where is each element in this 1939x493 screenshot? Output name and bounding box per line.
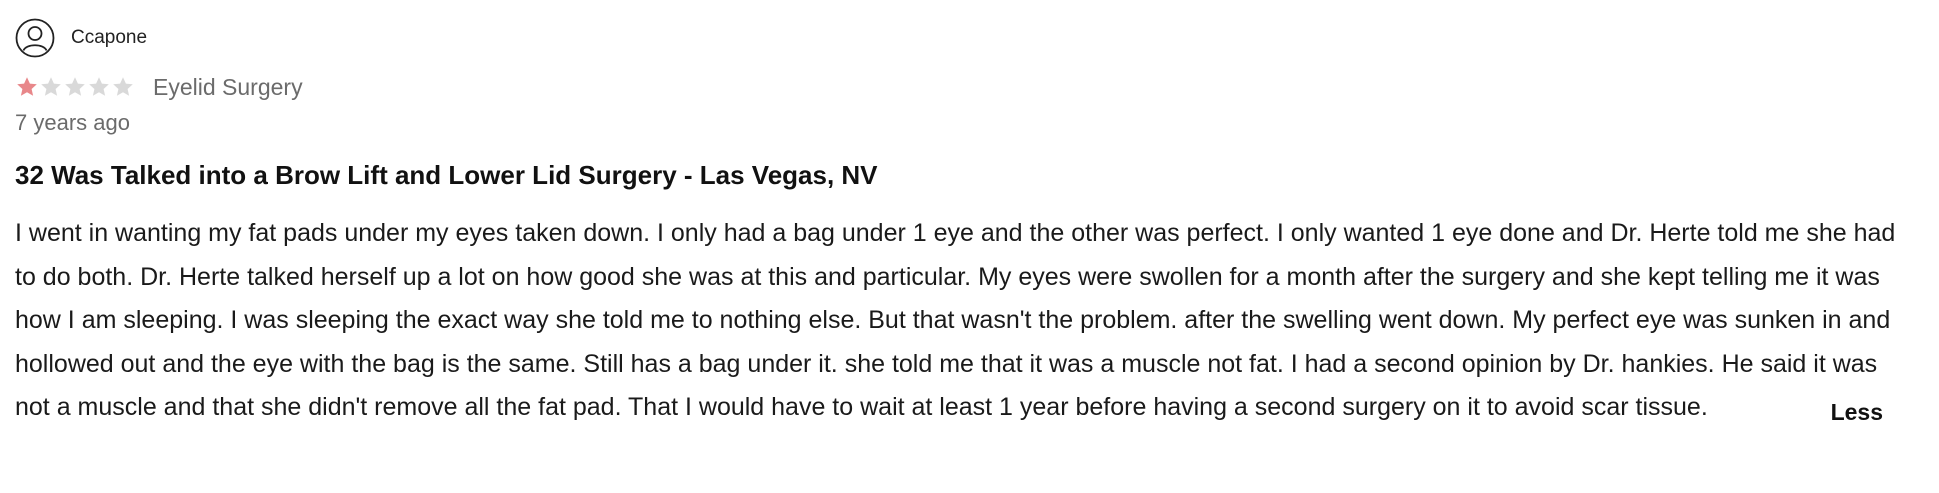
star-empty-icon: [87, 75, 111, 99]
review-body-container: I went in wanting my fat pads under my e…: [15, 212, 1905, 430]
user-circle-icon: [15, 18, 55, 58]
review-card: Ccapone Eyelid Surgery 7 years ago 32 Wa…: [15, 16, 1905, 430]
show-less-button[interactable]: Less: [1831, 399, 1883, 426]
author-name[interactable]: Ccapone: [71, 27, 147, 49]
star-empty-icon: [63, 75, 87, 99]
review-date: 7 years ago: [15, 110, 130, 135]
rating-row: Eyelid Surgery: [15, 72, 1905, 102]
author-row: Ccapone: [15, 16, 1905, 60]
star-rating: [15, 75, 135, 99]
star-empty-icon: [111, 75, 135, 99]
star-filled-icon: [15, 75, 39, 99]
procedure-label[interactable]: Eyelid Surgery: [153, 74, 303, 101]
review-body: I went in wanting my fat pads under my e…: [15, 219, 1896, 421]
review-title: 32 Was Talked into a Brow Lift and Lower…: [15, 160, 878, 190]
star-empty-icon: [39, 75, 63, 99]
